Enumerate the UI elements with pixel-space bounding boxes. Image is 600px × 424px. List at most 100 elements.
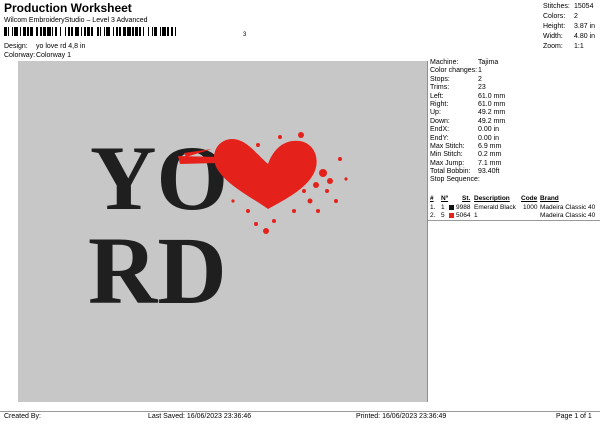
info-row-endx: EndX: 0.00 in <box>428 126 600 134</box>
barcode-bar <box>176 27 177 36</box>
footer-printed: Printed: 16/06/2023 23:36:49 <box>356 413 447 420</box>
stat-width: Width: 4.80 in <box>543 32 600 42</box>
footer-created-by: Created By: <box>4 413 41 420</box>
info-label: EndX: <box>430 126 450 134</box>
colorway-value: Colorway 1 <box>36 52 72 59</box>
stat-value: 3.87 in <box>574 23 596 30</box>
design-label: Design: <box>4 43 28 50</box>
info-label: Total Bobbin: <box>430 168 471 176</box>
info-value: 0.2 mm <box>478 151 502 159</box>
info-row-right: Right: 61.0 mm <box>428 101 600 109</box>
thread-number: 1 <box>441 204 445 211</box>
stat-height: Height: 3.87 in <box>543 22 600 32</box>
info-label: Min Stitch: <box>430 151 463 159</box>
divider <box>428 220 600 221</box>
col-header-code: Code <box>521 195 538 202</box>
info-label: Max Jump: <box>430 159 465 167</box>
col-header-brand: Brand <box>540 195 559 202</box>
info-row-left: Left: 61.0 mm <box>428 93 600 101</box>
info-value: 1 <box>478 67 482 75</box>
stat-value: 1:1 <box>574 43 584 50</box>
thread-brand: Madeira Classic 40 <box>540 204 596 211</box>
design-text-line1: YO <box>90 127 228 229</box>
info-label: Color changes: <box>430 67 478 75</box>
stat-value: 15054 <box>574 3 594 10</box>
software-subtitle: Wilcom EmbroideryStudio – Level 3 Advanc… <box>4 17 148 24</box>
thread-row: 2. 5 5064 1 Madeira Classic 40 <box>430 212 600 220</box>
info-row-total-bobbin: Total Bobbin: 93.40ft <box>428 168 600 176</box>
info-value: 49.2 mm <box>478 109 506 117</box>
info-row-color-changes: Color changes:1 <box>428 67 600 75</box>
colorway-row: Colorway:Colorway 1 <box>4 52 71 59</box>
stat-label: Height: <box>543 23 566 30</box>
info-label: Trims: <box>430 84 450 92</box>
info-value: 6.9 mm <box>478 142 502 150</box>
design-artwork: YO RD <box>88 127 348 324</box>
thread-index: 1. <box>430 204 436 211</box>
stat-value: 2 <box>574 13 578 20</box>
stat-label: Width: <box>543 33 563 40</box>
thread-stitches: 9988 <box>456 204 471 211</box>
design-text-line2: RD <box>88 217 227 324</box>
stats-panel: Stitches: 15054 Colors: 2 Height: 3.87 in W… <box>543 2 600 52</box>
info-row-machine: Machine: Tajima <box>428 59 600 67</box>
info-label: Up: <box>430 109 441 117</box>
col-header-description: Description <box>474 195 510 202</box>
barcode <box>4 27 242 36</box>
thread-index: 2. <box>430 212 436 219</box>
info-row-stop-sequence: Stop Sequence: <box>428 176 600 184</box>
info-row-max-jump: Max Jump: 7.1 mm <box>428 160 600 168</box>
thread-stitches: 5064 <box>456 212 471 219</box>
info-value: 0.00 in <box>478 134 500 142</box>
info-row-endy: EndY: 0.00 in <box>428 135 600 143</box>
thread-brand: Madeira Classic 40 <box>540 212 596 219</box>
col-header-index: # <box>430 195 434 202</box>
info-value: 2 <box>478 75 482 83</box>
colorway-label: Colorway: <box>4 52 36 59</box>
thread-color-swatch <box>449 205 454 210</box>
machine-info-panel: Machine: Tajima Color changes:1 Stops: 2 T… <box>428 59 600 185</box>
info-label: Left: <box>430 92 444 100</box>
info-label: Max Stitch: <box>430 142 465 150</box>
thread-row: 1. 1 9988 Emerald Black 1000 Madeira Cla… <box>430 204 600 212</box>
info-label: Stop Sequence: <box>430 176 480 184</box>
info-value: 0.00 in <box>478 126 500 134</box>
footer: Created By: Last Saved: 16/06/2023 23:36… <box>0 412 600 424</box>
stat-zoom: Zoom: 1:1 <box>543 42 600 52</box>
info-row-max-stitch: Max Stitch: 6.9 mm <box>428 143 600 151</box>
info-label: Stops: <box>430 75 450 83</box>
info-value: 93.40ft <box>478 168 500 176</box>
thread-description: Emerald Black <box>474 204 516 211</box>
col-header-number: Nº <box>441 195 449 202</box>
thread-table-header: # Nº St. Description Code Brand <box>430 195 600 203</box>
stat-label: Zoom: <box>543 43 563 50</box>
stat-colors: Colors: 2 <box>543 12 600 22</box>
design-preview: YO RD <box>18 61 428 402</box>
info-label: Right: <box>430 100 449 108</box>
stat-stitches: Stitches: 15054 <box>543 2 600 12</box>
stat-value: 4.80 in <box>574 33 596 40</box>
info-value: 23 <box>478 84 486 92</box>
thread-code: 1000 <box>523 204 538 211</box>
stat-label: Stitches: <box>543 3 570 10</box>
info-row-stops: Stops: 2 <box>428 76 600 84</box>
col-header-stitches: St. <box>462 195 471 202</box>
footer-page-number: Page 1 of 1 <box>556 413 592 420</box>
info-row-down: Down: 49.2 mm <box>428 118 600 126</box>
info-value: 61.0 mm <box>478 100 506 108</box>
barcode-number: 3 <box>243 32 247 38</box>
page-title: Production Worksheet <box>4 1 132 15</box>
thread-number: 5 <box>441 212 445 219</box>
info-value: 61.0 mm <box>478 92 506 100</box>
design-row: Design: yo love rd 4,8 in <box>4 43 85 50</box>
info-row-min-stitch: Min Stitch: 0.2 mm <box>428 151 600 159</box>
info-value: 7.1 mm <box>478 159 502 167</box>
info-label: Down: <box>430 117 450 125</box>
info-label: Machine: <box>430 59 459 66</box>
info-value: Tajima <box>478 59 499 66</box>
design-value: yo love rd 4,8 in <box>36 43 86 50</box>
info-row-trims: Trims: 23 <box>428 84 600 92</box>
info-row-up: Up: 49.2 mm <box>428 109 600 117</box>
thread-color-swatch <box>449 213 454 218</box>
thread-description: 1 <box>474 212 478 219</box>
